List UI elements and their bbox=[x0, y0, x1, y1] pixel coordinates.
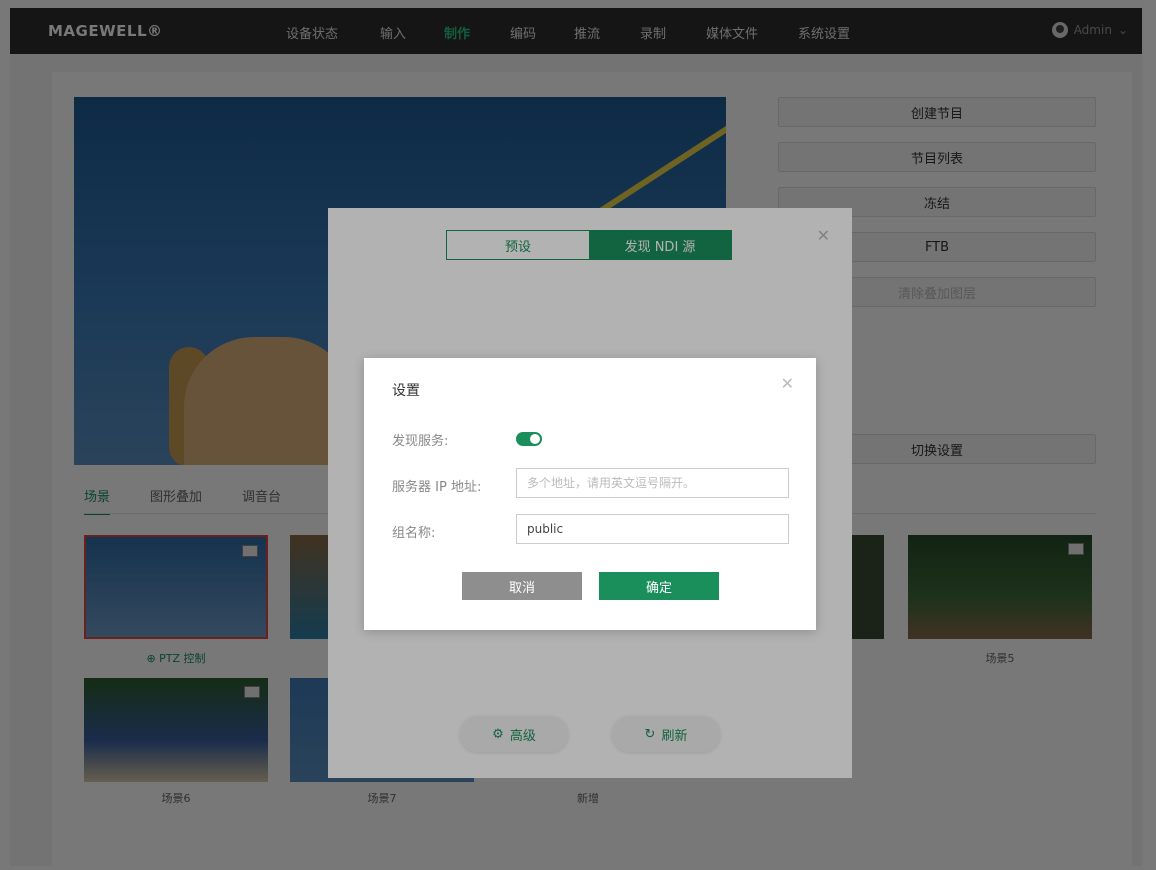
group-name-label: 组名称: bbox=[392, 526, 436, 541]
discovery-service-label: 发现服务: bbox=[392, 434, 449, 449]
cancel-button[interactable]: 取消 bbox=[462, 572, 582, 600]
confirm-button[interactable]: 确定 bbox=[599, 572, 719, 600]
settings-dialog: 设置 ✕ 发现服务: 服务器 IP 地址: 组名称: 取消 确定 bbox=[364, 358, 816, 630]
server-ip-input[interactable] bbox=[516, 468, 789, 498]
group-name-input[interactable] bbox=[516, 514, 789, 544]
dialog-title: 设置 bbox=[392, 383, 420, 399]
server-ip-label: 服务器 IP 地址: bbox=[392, 480, 482, 495]
discovery-service-toggle[interactable] bbox=[516, 432, 542, 446]
close-icon[interactable]: ✕ bbox=[781, 374, 794, 393]
